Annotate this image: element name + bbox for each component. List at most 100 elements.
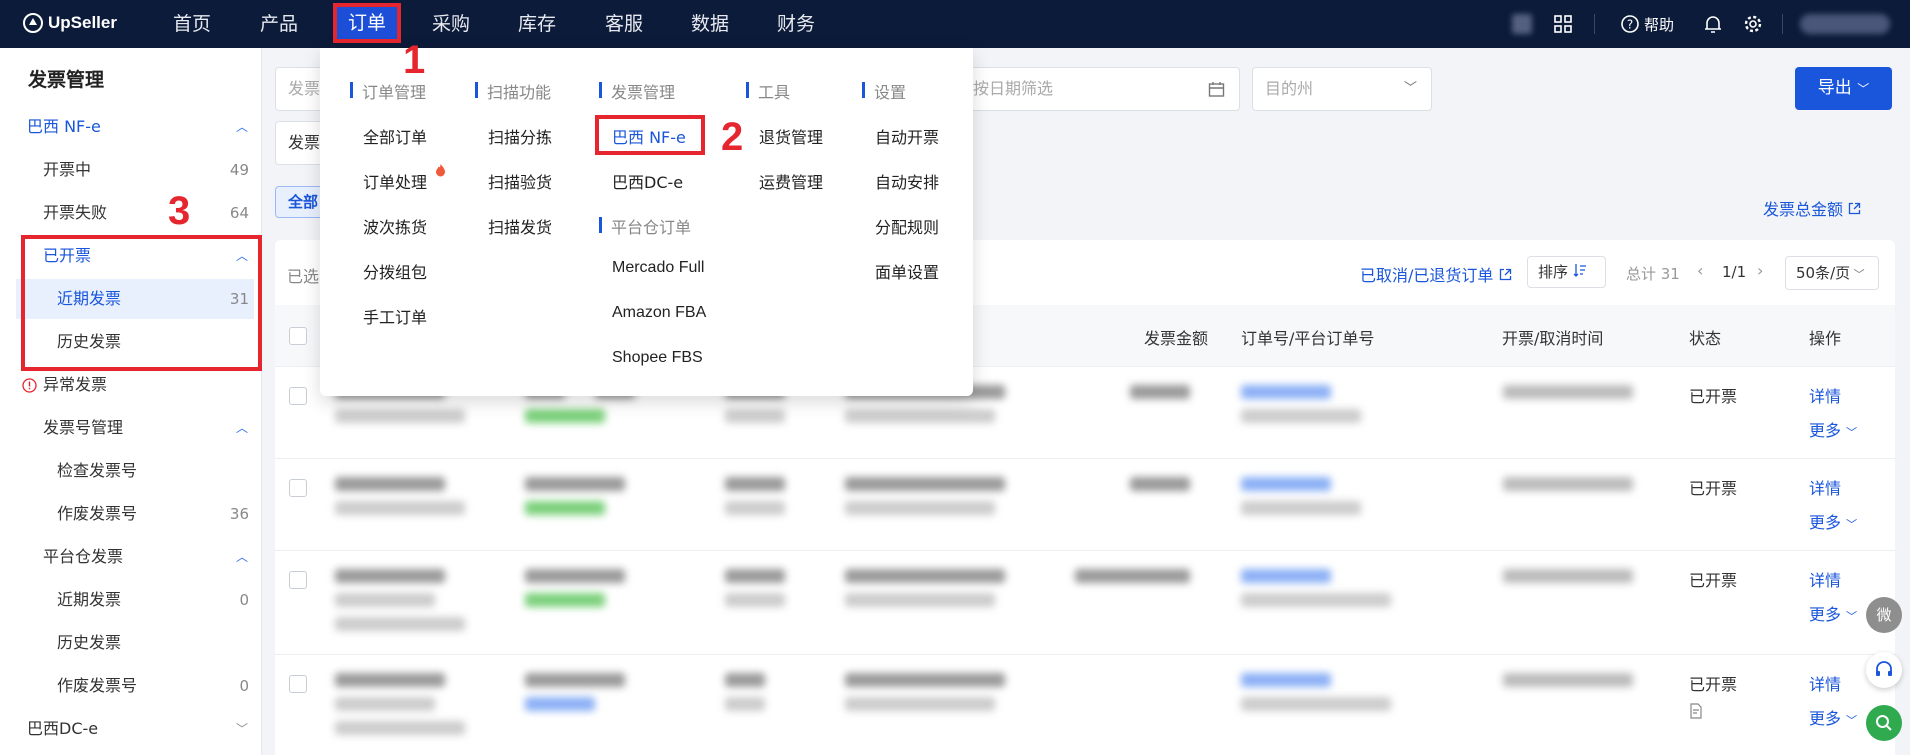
- dd-item-wave-picking[interactable]: 波次拣货: [363, 214, 427, 238]
- apps-grid-icon[interactable]: [1553, 0, 1573, 48]
- status-badge: 已开票: [1689, 571, 1738, 590]
- nav-inventory[interactable]: 库存: [518, 0, 556, 48]
- wechat-float-button[interactable]: 微: [1866, 597, 1902, 633]
- dd-header-settings: 设置: [862, 79, 906, 103]
- table-row[interactable]: 已开票 详情 更多 ﹀: [275, 655, 1895, 755]
- table-row[interactable]: 已开票 详情 更多 ﹀: [275, 551, 1895, 655]
- sidebar-item-platform-warehouse[interactable]: 平台仓发票 ︿: [0, 537, 262, 577]
- nav-finance[interactable]: 财务: [777, 0, 815, 48]
- sidebar-item-issuing[interactable]: 开票中 49: [0, 150, 262, 190]
- sidebar-item-invoice-number-mgmt[interactable]: 发票号管理 ︿: [0, 408, 262, 448]
- blurred-link: [1241, 569, 1331, 583]
- chevron-up-icon: ︿: [235, 550, 248, 564]
- row-checkbox[interactable]: [289, 675, 307, 693]
- dd-item-auto-invoice[interactable]: 自动开票: [875, 124, 939, 148]
- dd-item-returns[interactable]: 退货管理: [759, 124, 823, 148]
- nav-products[interactable]: 产品: [260, 0, 298, 48]
- fire-icon: [436, 164, 445, 177]
- dd-item-label-settings[interactable]: 面单设置: [875, 259, 939, 283]
- row-checkbox[interactable]: [289, 479, 307, 497]
- page-size-select[interactable]: 50条/页 ﹀: [1785, 256, 1879, 290]
- headset-icon[interactable]: [1866, 652, 1902, 688]
- chevron-down-icon: ﹀: [1846, 426, 1858, 439]
- dd-item-shopee-fbs[interactable]: Shopee FBS: [612, 349, 703, 367]
- detail-link[interactable]: 详情: [1809, 671, 1841, 695]
- dd-item-scan-ship[interactable]: 扫描发货: [488, 214, 552, 238]
- more-menu[interactable]: 更多 ﹀: [1809, 509, 1857, 533]
- row-checkbox[interactable]: [289, 571, 307, 589]
- blurred-cell: [335, 617, 465, 631]
- chevron-down-icon: ﹀: [235, 722, 248, 736]
- sidebar-item-pw-void[interactable]: 作废发票号 0: [0, 666, 262, 706]
- dd-item-shipping-fee[interactable]: 运费管理: [759, 169, 823, 193]
- bell-icon[interactable]: [1704, 0, 1722, 48]
- detail-link[interactable]: 详情: [1809, 475, 1841, 499]
- user-avatar[interactable]: [1800, 0, 1890, 48]
- sidebar-item-pw-recent[interactable]: 近期发票 0: [0, 580, 262, 620]
- state-select[interactable]: 目的州 ﹀: [1252, 67, 1432, 111]
- sidebar-title: 发票管理: [28, 69, 105, 91]
- search-float-icon[interactable]: [1866, 705, 1902, 741]
- chevron-down-icon: ﹀: [1850, 268, 1865, 281]
- sidebar-item-void-number[interactable]: 作废发票号 36: [0, 494, 262, 534]
- table-row[interactable]: 已开票 详情 更多 ﹀: [275, 459, 1895, 551]
- blurred-cell: [335, 721, 465, 735]
- divider: [1594, 14, 1595, 34]
- dd-item-amazon-fba[interactable]: Amazon FBA: [612, 304, 706, 322]
- document-icon[interactable]: [1689, 703, 1703, 719]
- nav-customer-service[interactable]: 客服: [605, 0, 643, 48]
- sort-button[interactable]: 排序: [1527, 256, 1606, 288]
- detail-link[interactable]: 详情: [1809, 567, 1841, 591]
- sidebar-item-failed[interactable]: 开票失败 64: [0, 193, 262, 233]
- blurred-cell: [845, 501, 995, 515]
- nav-home[interactable]: 首页: [173, 0, 211, 48]
- page-indicator: 1/1: [1722, 263, 1747, 281]
- nav-orders[interactable]: 订单: [333, 3, 401, 43]
- row-checkbox[interactable]: [289, 387, 307, 405]
- total-amount-link[interactable]: 发票总金额: [1763, 196, 1861, 220]
- chevron-up-icon: ︿: [235, 421, 248, 435]
- sidebar-item-abnormal[interactable]: 异常发票: [0, 365, 262, 405]
- blurred-link: [1241, 385, 1331, 399]
- dd-item-scan-sort[interactable]: 扫描分拣: [488, 124, 552, 148]
- help-button[interactable]: ? 帮助: [1620, 0, 1674, 48]
- blurred-cell: [845, 673, 1005, 687]
- external-link-icon: [1848, 202, 1861, 215]
- cancelled-orders-link[interactable]: 已取消/已退货订单: [1360, 262, 1512, 286]
- gear-icon[interactable]: [1743, 0, 1763, 48]
- prev-page-icon[interactable]: ‹: [1697, 261, 1703, 280]
- sidebar-item-brazil-nfe[interactable]: 巴西 NF-e ︿: [0, 107, 262, 147]
- blurred-cell: [1503, 477, 1633, 491]
- dd-item-brazil-dce[interactable]: 巴西DC-e: [612, 169, 683, 193]
- date-filter[interactable]: 按日期筛选: [960, 67, 1240, 111]
- calendar-icon: [1208, 82, 1225, 97]
- more-menu[interactable]: 更多 ﹀: [1809, 417, 1857, 441]
- dd-item-sorting-packing[interactable]: 分拨组包: [363, 259, 427, 283]
- dd-item-allocation-rules[interactable]: 分配规则: [875, 214, 939, 238]
- blurred-cell: [725, 593, 785, 607]
- detail-link[interactable]: 详情: [1809, 383, 1841, 407]
- blurred-shop-icon[interactable]: [1512, 0, 1532, 48]
- dd-item-order-processing[interactable]: 订单处理: [363, 164, 445, 193]
- sidebar-item-pw-history[interactable]: 历史发票: [0, 623, 262, 663]
- sidebar-item-check-number[interactable]: 检查发票号: [0, 451, 262, 491]
- more-menu[interactable]: 更多 ﹀: [1809, 601, 1857, 625]
- dd-item-auto-arrange[interactable]: 自动安排: [875, 169, 939, 193]
- more-menu[interactable]: 更多 ﹀: [1809, 705, 1857, 729]
- select-all-checkbox[interactable]: [289, 327, 307, 345]
- export-button[interactable]: 导出 ﹀: [1795, 67, 1892, 110]
- dd-item-mercado-full[interactable]: Mercado Full: [612, 259, 704, 277]
- dd-item-scan-check[interactable]: 扫描验货: [488, 169, 552, 193]
- dd-item-all-orders[interactable]: 全部订单: [363, 124, 427, 148]
- col-invoice-amount: 发票金额: [1144, 329, 1209, 348]
- blurred-cell: [1075, 569, 1190, 583]
- next-page-icon[interactable]: ›: [1757, 261, 1763, 280]
- nav-purchase[interactable]: 采购: [432, 0, 470, 48]
- dd-item-manual-order[interactable]: 手工订单: [363, 304, 427, 328]
- sidebar-item-brazil-dce[interactable]: 巴西DC-e ﹀: [0, 709, 262, 749]
- upseller-logo[interactable]: UpSeller: [22, 12, 117, 34]
- tab-all[interactable]: 全部: [275, 186, 325, 218]
- nav-data[interactable]: 数据: [691, 0, 729, 48]
- chevron-up-icon: ︿: [235, 120, 248, 134]
- dd-header-scan: 扫描功能: [475, 79, 551, 103]
